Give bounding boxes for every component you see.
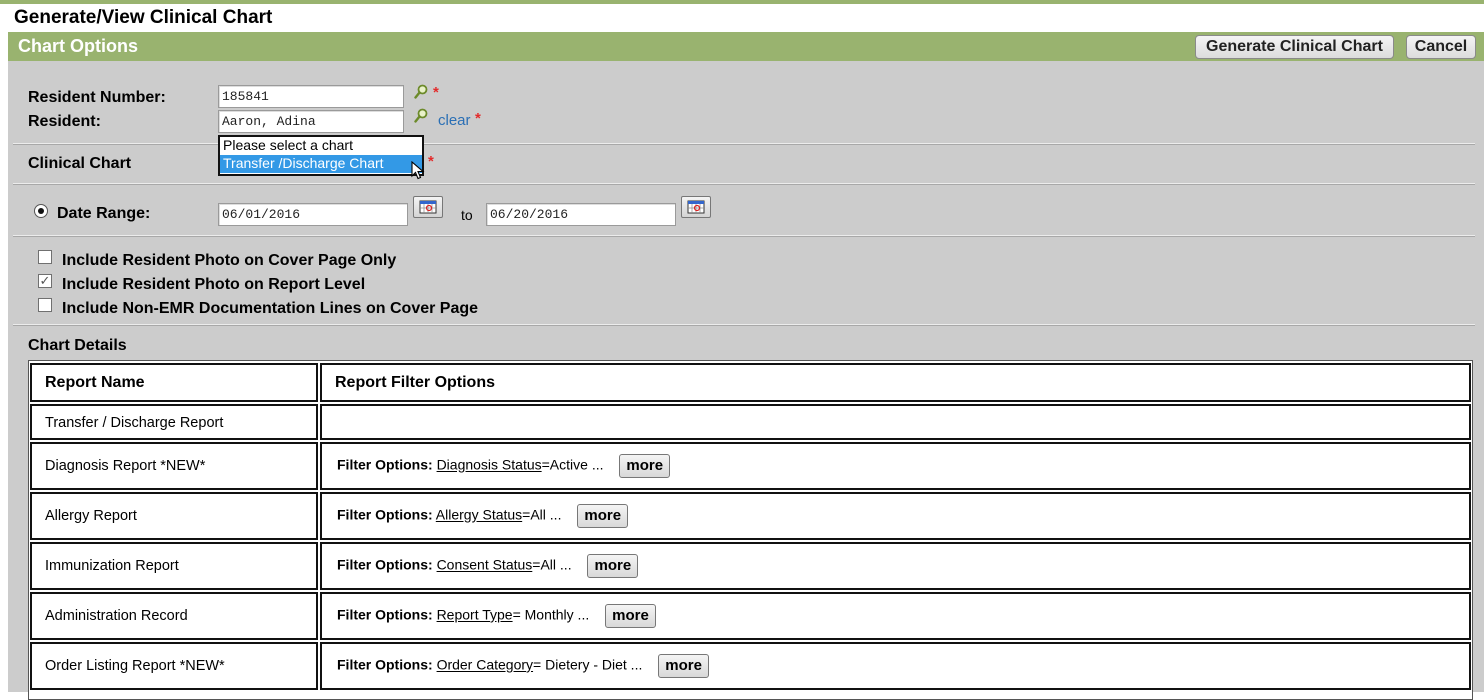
date-from-input[interactable]: 06/01/2016	[218, 203, 408, 226]
filter-options: Filter Options: Diagnosis Status=Active …	[337, 454, 671, 478]
date-to-label: to	[461, 207, 473, 223]
table-row: Transfer / Discharge Report	[30, 404, 318, 440]
filter-options: Filter Options: Allergy Status=All ... m…	[337, 504, 629, 528]
table-row: Administration Record	[30, 592, 318, 640]
filter-value: = Dietery - Diet ...	[533, 656, 643, 673]
cancel-button[interactable]: Cancel	[1406, 35, 1476, 59]
filter-prefix: Filter Options:	[337, 656, 433, 673]
panel-title: Chart Options	[18, 36, 138, 56]
generate-clinical-chart-button[interactable]: Generate Clinical Chart	[1195, 35, 1394, 59]
column-header-label: Report Name	[45, 374, 145, 391]
resident-number-label: Resident Number:	[28, 89, 166, 106]
report-name: Immunization Report	[45, 558, 179, 574]
report-name: Diagnosis Report *NEW*	[45, 458, 206, 474]
resident-label: Resident:	[28, 113, 101, 130]
filter-key-link[interactable]: Diagnosis Status	[437, 457, 542, 473]
more-button[interactable]: more	[658, 654, 709, 678]
page-title: Generate/View Clinical Chart	[14, 7, 273, 28]
top-accent-bar	[0, 0, 1484, 4]
chart-options-panel: Chart Options Generate Clinical Chart Ca…	[8, 32, 1484, 700]
report-name: Order Listing Report *NEW*	[45, 658, 225, 674]
filter-options: Filter Options: Order Category= Dietery …	[337, 654, 709, 678]
filter-cell: Filter Options: Allergy Status=All ... m…	[320, 492, 1471, 540]
checkbox-label: Include Non-EMR Documentation Lines on C…	[62, 300, 479, 317]
filter-value: = Monthly ...	[512, 606, 590, 623]
checkbox-label: Include Resident Photo on Cover Page Onl…	[62, 252, 397, 269]
required-marker: *	[428, 153, 434, 170]
filter-value: =All ...	[522, 506, 562, 523]
filter-key-link[interactable]: Report Type	[437, 607, 513, 623]
filter-value: =Active ...	[541, 456, 604, 473]
calendar-icon	[687, 200, 705, 214]
resident-input[interactable]: Aaron, Adina	[218, 110, 404, 133]
filter-cell	[320, 404, 1471, 440]
required-marker: *	[433, 84, 439, 101]
clinical-chart-select-list[interactable]: Please select a chart Transfer /Discharg…	[218, 135, 424, 176]
date-range-radio[interactable]	[34, 204, 48, 218]
more-button[interactable]: more	[605, 604, 656, 628]
checkbox-photo-report-level[interactable]: ✓	[38, 274, 52, 288]
column-header-report-name: Report Name	[30, 363, 318, 402]
filter-options: Filter Options: Report Type= Monthly ...…	[337, 604, 656, 628]
filter-cell: Filter Options: Report Type= Monthly ...…	[320, 592, 1471, 640]
clinical-chart-label: Clinical Chart	[28, 155, 132, 172]
filter-prefix: Filter Options:	[337, 506, 433, 523]
filter-cell: Filter Options: Consent Status=All ... m…	[320, 542, 1471, 590]
table-row: Immunization Report	[30, 542, 318, 590]
date-range-label: Date Range:	[57, 205, 151, 222]
report-name: Administration Record	[45, 608, 188, 624]
checkbox-non-emr-lines[interactable]	[38, 298, 52, 312]
checkbox-label: Include Resident Photo on Report Level	[62, 276, 366, 293]
calendar-icon	[419, 200, 437, 214]
filter-prefix: Filter Options:	[337, 556, 433, 573]
required-marker: *	[475, 110, 481, 127]
date-from-calendar-button[interactable]	[413, 196, 443, 218]
filter-key-link[interactable]: Consent Status	[437, 557, 533, 573]
checkbox-photo-cover-page[interactable]	[38, 250, 52, 264]
chart-option-selected[interactable]: Transfer /Discharge Chart	[220, 155, 422, 173]
date-to-input[interactable]: 06/20/2016	[486, 203, 676, 226]
date-to-calendar-button[interactable]	[681, 196, 711, 218]
table-row: Diagnosis Report *NEW*	[30, 442, 318, 490]
filter-key-link[interactable]: Allergy Status	[436, 507, 522, 523]
filter-prefix: Filter Options:	[337, 456, 433, 473]
report-name: Allergy Report	[45, 508, 137, 524]
table-row: Order Listing Report *NEW*	[30, 642, 318, 690]
column-header-label: Report Filter Options	[335, 374, 495, 391]
divider	[13, 183, 1475, 185]
filter-key-link[interactable]: Order Category	[437, 657, 533, 673]
filter-prefix: Filter Options:	[337, 606, 433, 623]
more-button[interactable]: more	[587, 554, 639, 578]
more-button[interactable]: more	[619, 454, 671, 478]
table-row: Allergy Report	[30, 492, 318, 540]
column-header-filter-options: Report Filter Options	[320, 363, 1471, 402]
resident-number-input[interactable]: 185841	[218, 85, 404, 108]
divider	[13, 324, 1475, 326]
chart-details-title: Chart Details	[28, 337, 127, 354]
filter-cell: Filter Options: Order Category= Dietery …	[320, 642, 1471, 690]
filter-value: =All ...	[532, 556, 572, 573]
more-button[interactable]: more	[577, 504, 629, 528]
filter-options: Filter Options: Consent Status=All ... m…	[337, 554, 639, 578]
filter-cell: Filter Options: Diagnosis Status=Active …	[320, 442, 1471, 490]
report-name: Transfer / Discharge Report	[45, 415, 224, 431]
search-icon[interactable]	[414, 108, 428, 124]
panel-header: Chart Options Generate Clinical Chart Ca…	[8, 32, 1484, 61]
chart-option[interactable]: Please select a chart	[220, 137, 422, 155]
mouse-cursor-icon	[411, 161, 425, 180]
chart-details-table: Report Name Report Filter Options Transf…	[28, 360, 1473, 700]
divider	[13, 235, 1475, 237]
search-icon[interactable]	[414, 84, 428, 100]
clear-link[interactable]: clear	[438, 112, 471, 129]
